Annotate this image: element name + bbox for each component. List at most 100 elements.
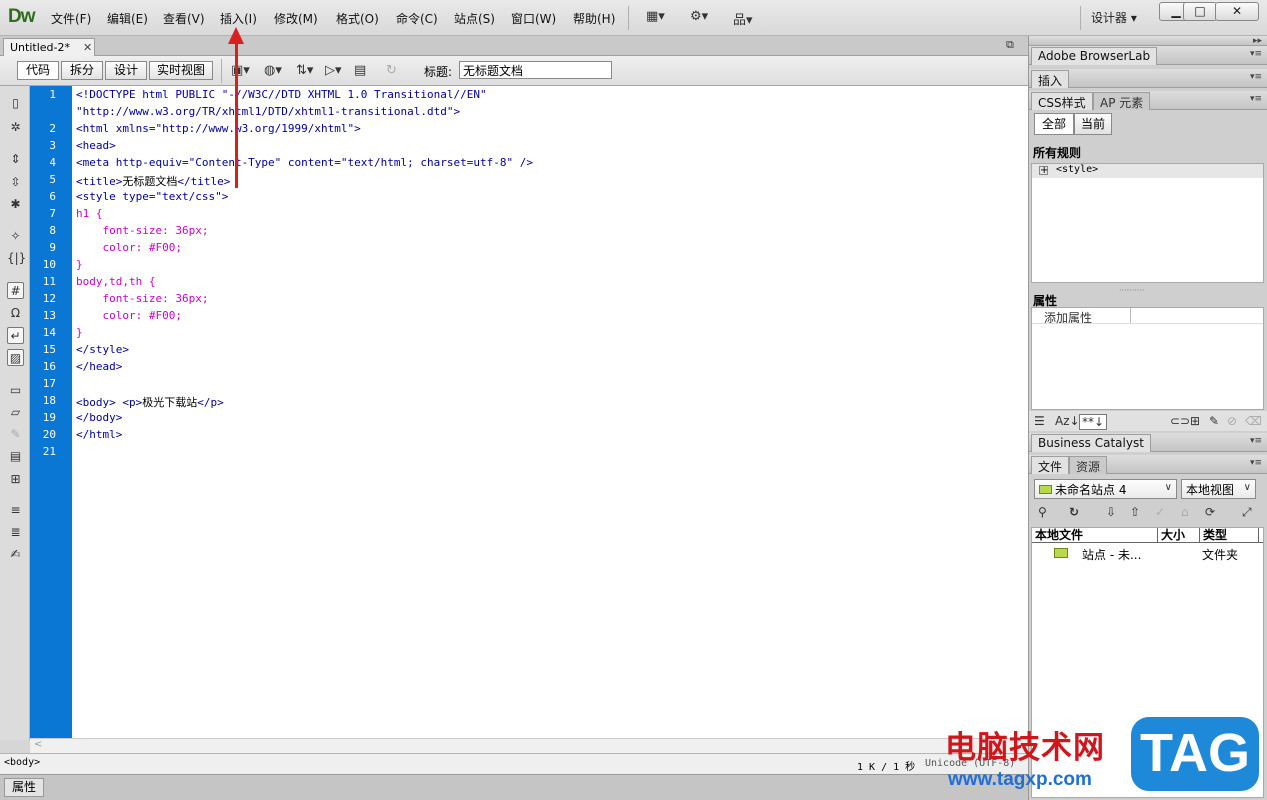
category-view-icon[interactable]: ☰ — [1034, 414, 1045, 428]
menu-file[interactable]: 文件(F) — [49, 10, 93, 27]
remove-comment-icon[interactable]: ▱ — [7, 404, 24, 421]
insert-tab[interactable]: 插入 — [1031, 70, 1070, 88]
alpha-view-icon[interactable]: Az↓ — [1055, 414, 1080, 428]
check-in-icon[interactable]: ⌂ — [1181, 505, 1189, 519]
check-out-icon[interactable]: ✓ — [1155, 505, 1165, 519]
format-source-icon[interactable]: ✍ — [7, 546, 24, 563]
properties-tab[interactable]: 属性 — [4, 778, 44, 797]
wrap-tag-icon[interactable]: ✎ — [7, 426, 24, 443]
menu-insert[interactable]: 插入(I) — [218, 10, 259, 27]
expand-panel-icon[interactable]: ⤢ — [1242, 505, 1252, 520]
col-size[interactable]: 大小 — [1158, 528, 1200, 543]
indent-icon[interactable]: ≡ — [7, 502, 24, 519]
gear-icon[interactable]: ⚙▾ — [690, 9, 708, 24]
title-input[interactable] — [459, 61, 612, 79]
collapse-selection-icon[interactable]: ⇳ — [7, 174, 24, 191]
new-rule-icon[interactable]: ⊞ — [1190, 414, 1200, 428]
globe-icon[interactable]: ◍▾ — [264, 63, 282, 78]
panel-options-icon[interactable]: ▾≡ — [1250, 49, 1262, 59]
design-view-button[interactable]: 设计 — [105, 61, 147, 80]
business-catalyst-tab[interactable]: Business Catalyst — [1031, 434, 1151, 452]
show-code-navigator-icon[interactable]: ✲ — [7, 119, 24, 136]
panel-options-icon[interactable]: ▾≡ — [1250, 458, 1262, 468]
site-select[interactable]: 未命名站点 4 ∨ — [1034, 479, 1177, 499]
outdent-icon[interactable]: ≣ — [7, 524, 24, 541]
restore-icon[interactable]: ⧉ — [1006, 38, 1014, 52]
line-numbers-icon[interactable]: # — [7, 282, 24, 299]
panel-options-icon[interactable]: ▾≡ — [1250, 72, 1262, 82]
highlight-invalid-icon[interactable]: Ω — [7, 305, 24, 322]
tag-selector[interactable]: <body> — [4, 757, 40, 768]
document-tab[interactable]: Untitled-2* ✕ — [3, 38, 95, 57]
collapse-tag-icon[interactable]: ⇕ — [7, 151, 24, 168]
assets-tab[interactable]: 资源 — [1069, 456, 1108, 474]
connect-icon[interactable]: ⚲ — [1038, 505, 1047, 519]
close-button[interactable]: ✕ — [1215, 2, 1259, 21]
menu-modify[interactable]: 修改(M) — [272, 10, 320, 27]
menu-window[interactable]: 窗口(W) — [509, 10, 558, 27]
close-icon[interactable]: ✕ — [83, 41, 92, 54]
browser-check-icon[interactable]: ▷▾ — [325, 63, 342, 78]
document-tab-bar: Untitled-2* ✕ ⧉ — [0, 36, 1028, 57]
trash-icon[interactable]: ⌫ — [1245, 414, 1262, 428]
folder-icon — [1039, 485, 1052, 494]
menu-format[interactable]: 格式(O) — [334, 10, 381, 27]
disable-icon[interactable]: ⊘ — [1227, 414, 1237, 428]
file-row[interactable]: 站点 - 未... 文件夹 — [1032, 545, 1263, 562]
sync-icon[interactable]: ⟳ — [1205, 505, 1215, 519]
code-editor[interactable]: <!DOCTYPE html PUBLIC "-//W3C//DTD XHTML… — [72, 86, 1028, 738]
rule-row[interactable]: + <style> — [1032, 164, 1263, 178]
move-css-icon[interactable]: ⊞ — [7, 471, 24, 488]
edit-rule-icon[interactable]: ✎ — [1209, 414, 1219, 428]
expand-all-icon[interactable]: ✱ — [7, 196, 24, 213]
ap-elements-tab[interactable]: AP 元素 — [1093, 92, 1151, 110]
multiscreen-icon[interactable]: ▣▾ — [231, 63, 250, 78]
files-tab[interactable]: 文件 — [1031, 456, 1070, 474]
live-view-button[interactable]: 实时视图 — [149, 61, 213, 80]
validate-icon[interactable]: ▤ — [354, 63, 366, 78]
horizontal-scrollbar[interactable]: < — [30, 738, 1028, 753]
split-view-button[interactable]: 拆分 — [61, 61, 103, 80]
get-files-icon[interactable]: ⇩ — [1106, 505, 1116, 519]
set-properties-icon[interactable]: **↓ — [1079, 414, 1108, 430]
site-map-icon[interactable]: 品▾ — [733, 9, 753, 28]
balance-braces-icon[interactable]: {|} — [7, 250, 26, 267]
menu-site[interactable]: 站点(S) — [452, 10, 497, 27]
code-view-button[interactable]: 代码 — [17, 61, 59, 80]
put-files-icon[interactable]: ⇧ — [1130, 505, 1140, 519]
attach-stylesheet-icon[interactable]: ⊂⊃ — [1170, 414, 1190, 428]
refresh-icon[interactable]: ↻ — [1069, 505, 1079, 519]
maximize-button[interactable]: □ — [1183, 2, 1217, 21]
panel-options-icon[interactable]: ▾≡ — [1250, 436, 1262, 446]
menu-view[interactable]: 查看(V) — [161, 10, 207, 27]
refresh-icon[interactable]: ↻ — [386, 63, 397, 78]
open-documents-icon[interactable]: ▯ — [7, 95, 24, 112]
bc-panel-header[interactable]: Business Catalyst ▾≡ — [1029, 433, 1267, 452]
select-parent-tag-icon[interactable]: ✧ — [7, 228, 24, 245]
panel-options-icon[interactable]: ▾≡ — [1250, 94, 1262, 104]
file-transfer-icon[interactable]: ⇅▾ — [296, 63, 313, 78]
rule-label: <style> — [1056, 164, 1099, 175]
layout-icon[interactable]: ▦▾ — [646, 9, 665, 24]
word-wrap-icon[interactable]: ↵ — [7, 327, 24, 344]
css-styles-tab[interactable]: CSS样式 — [1031, 92, 1093, 110]
col-local-files[interactable]: 本地文件 — [1032, 528, 1158, 543]
all-rules-button[interactable]: 全部 — [1034, 113, 1074, 135]
menu-help[interactable]: 帮助(H) — [571, 10, 617, 27]
syntax-coloring-icon[interactable]: ▨ — [7, 349, 24, 366]
menu-edit[interactable]: 编辑(E) — [105, 10, 150, 27]
recent-snippets-icon[interactable]: ▤ — [7, 448, 24, 465]
apply-comment-icon[interactable]: ▭ — [7, 382, 24, 399]
menu-commands[interactable]: 命令(C) — [394, 10, 440, 27]
insert-panel-header[interactable]: 插入 ▾≡ — [1029, 69, 1267, 88]
current-rules-button[interactable]: 当前 — [1074, 113, 1112, 135]
collapse-icon[interactable]: ▸▸ — [1253, 36, 1262, 46]
splitter-grip[interactable]: ·········· — [1119, 286, 1144, 295]
browserlab-panel-header[interactable]: Adobe BrowserLab ▾≡ — [1029, 46, 1267, 65]
view-select[interactable]: 本地视图 ∨ — [1181, 479, 1256, 499]
expand-icon[interactable]: + — [1039, 166, 1048, 176]
browserlab-tab[interactable]: Adobe BrowserLab — [1031, 47, 1158, 65]
scroll-left-icon[interactable]: < — [34, 739, 42, 750]
col-type[interactable]: 类型 — [1200, 528, 1259, 543]
workspace-switcher[interactable]: 设计器 ▾ — [1091, 9, 1137, 26]
